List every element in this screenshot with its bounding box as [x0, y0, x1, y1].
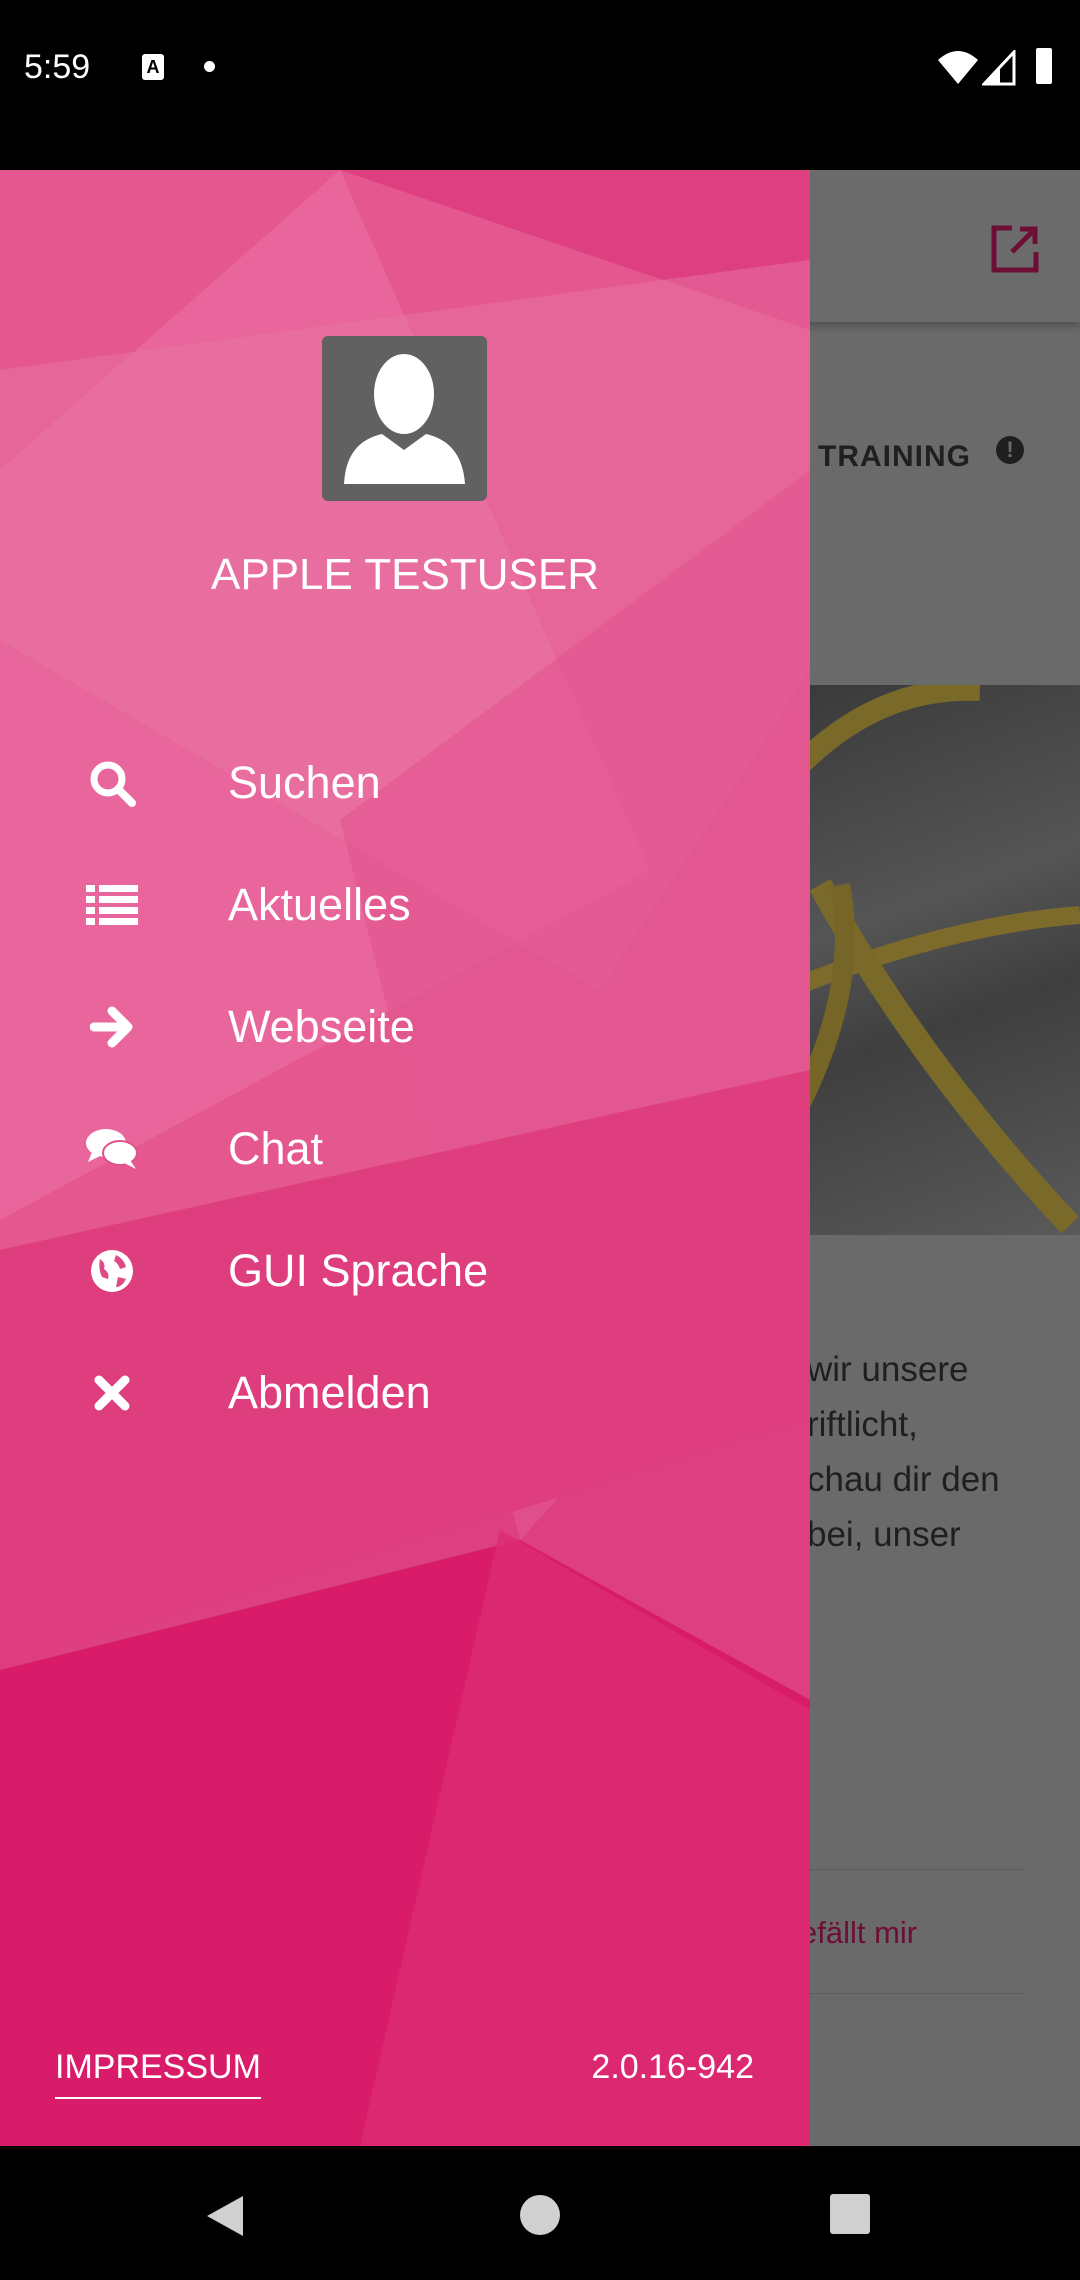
globe-icon — [82, 1241, 142, 1301]
menu-item-webseite[interactable]: Webseite — [0, 972, 810, 1082]
divider — [800, 1993, 1025, 1994]
menu-item-aktuelles[interactable]: Aktuelles — [0, 850, 810, 960]
recents-icon[interactable] — [830, 2194, 870, 2234]
avatar[interactable] — [322, 336, 487, 501]
alert-icon[interactable]: ! — [996, 436, 1024, 464]
dot-icon — [204, 61, 215, 72]
clock: 5:59 — [24, 48, 91, 86]
menu-label: Suchen — [228, 757, 381, 808]
menu-label: Chat — [228, 1123, 324, 1174]
card-body: wir unsere riftlicht, chau dir den bei, uns… — [807, 1342, 1000, 1562]
accessibility-a-icon: A — [142, 54, 164, 80]
menu-label: GUI Sprache — [228, 1245, 489, 1296]
search-icon — [82, 753, 142, 813]
close-icon — [82, 1363, 142, 1423]
menu-item-abmelden[interactable]: Abmelden — [0, 1338, 810, 1448]
body-line: chau dir den — [807, 1460, 1000, 1499]
home-icon[interactable] — [519, 2194, 561, 2236]
arrow-right-icon — [82, 997, 142, 1057]
card-image — [791, 678, 1080, 1235]
navigation-drawer: APPLE TESTUSER Suchen Aktuelles Webseite… — [0, 170, 810, 2146]
card-title: TRAINING — [818, 440, 971, 473]
body-line: wir unsere — [807, 1350, 969, 1389]
menu-item-suchen[interactable]: Suchen — [0, 728, 810, 838]
open-external-icon[interactable] — [990, 224, 1040, 274]
signal-icon — [982, 50, 1016, 86]
body-line: riftlicht, — [807, 1405, 918, 1444]
back-icon[interactable] — [205, 2194, 245, 2238]
menu-label: Aktuelles — [228, 879, 411, 930]
system-nav-bar — [0, 2146, 1080, 2280]
chat-icon — [82, 1119, 142, 1179]
body-line: bei, unser — [807, 1515, 961, 1554]
menu-label: Abmelden — [228, 1367, 431, 1418]
like-button[interactable]: efällt mir — [800, 1915, 917, 1951]
menu-item-chat[interactable]: Chat — [0, 1094, 810, 1204]
menu-item-gui-sprache[interactable]: GUI Sprache — [0, 1216, 810, 1326]
status-bar: 5:59 A — [0, 0, 1080, 170]
list-icon — [82, 875, 142, 935]
impressum-link[interactable]: IMPRESSUM — [55, 2048, 261, 2099]
battery-icon — [1036, 48, 1052, 84]
wifi-icon — [938, 51, 978, 84]
user-name: APPLE TESTUSER — [211, 550, 599, 599]
menu-label: Webseite — [228, 1001, 415, 1052]
app-version: 2.0.16-942 — [591, 2048, 754, 2086]
divider — [800, 1869, 1025, 1870]
